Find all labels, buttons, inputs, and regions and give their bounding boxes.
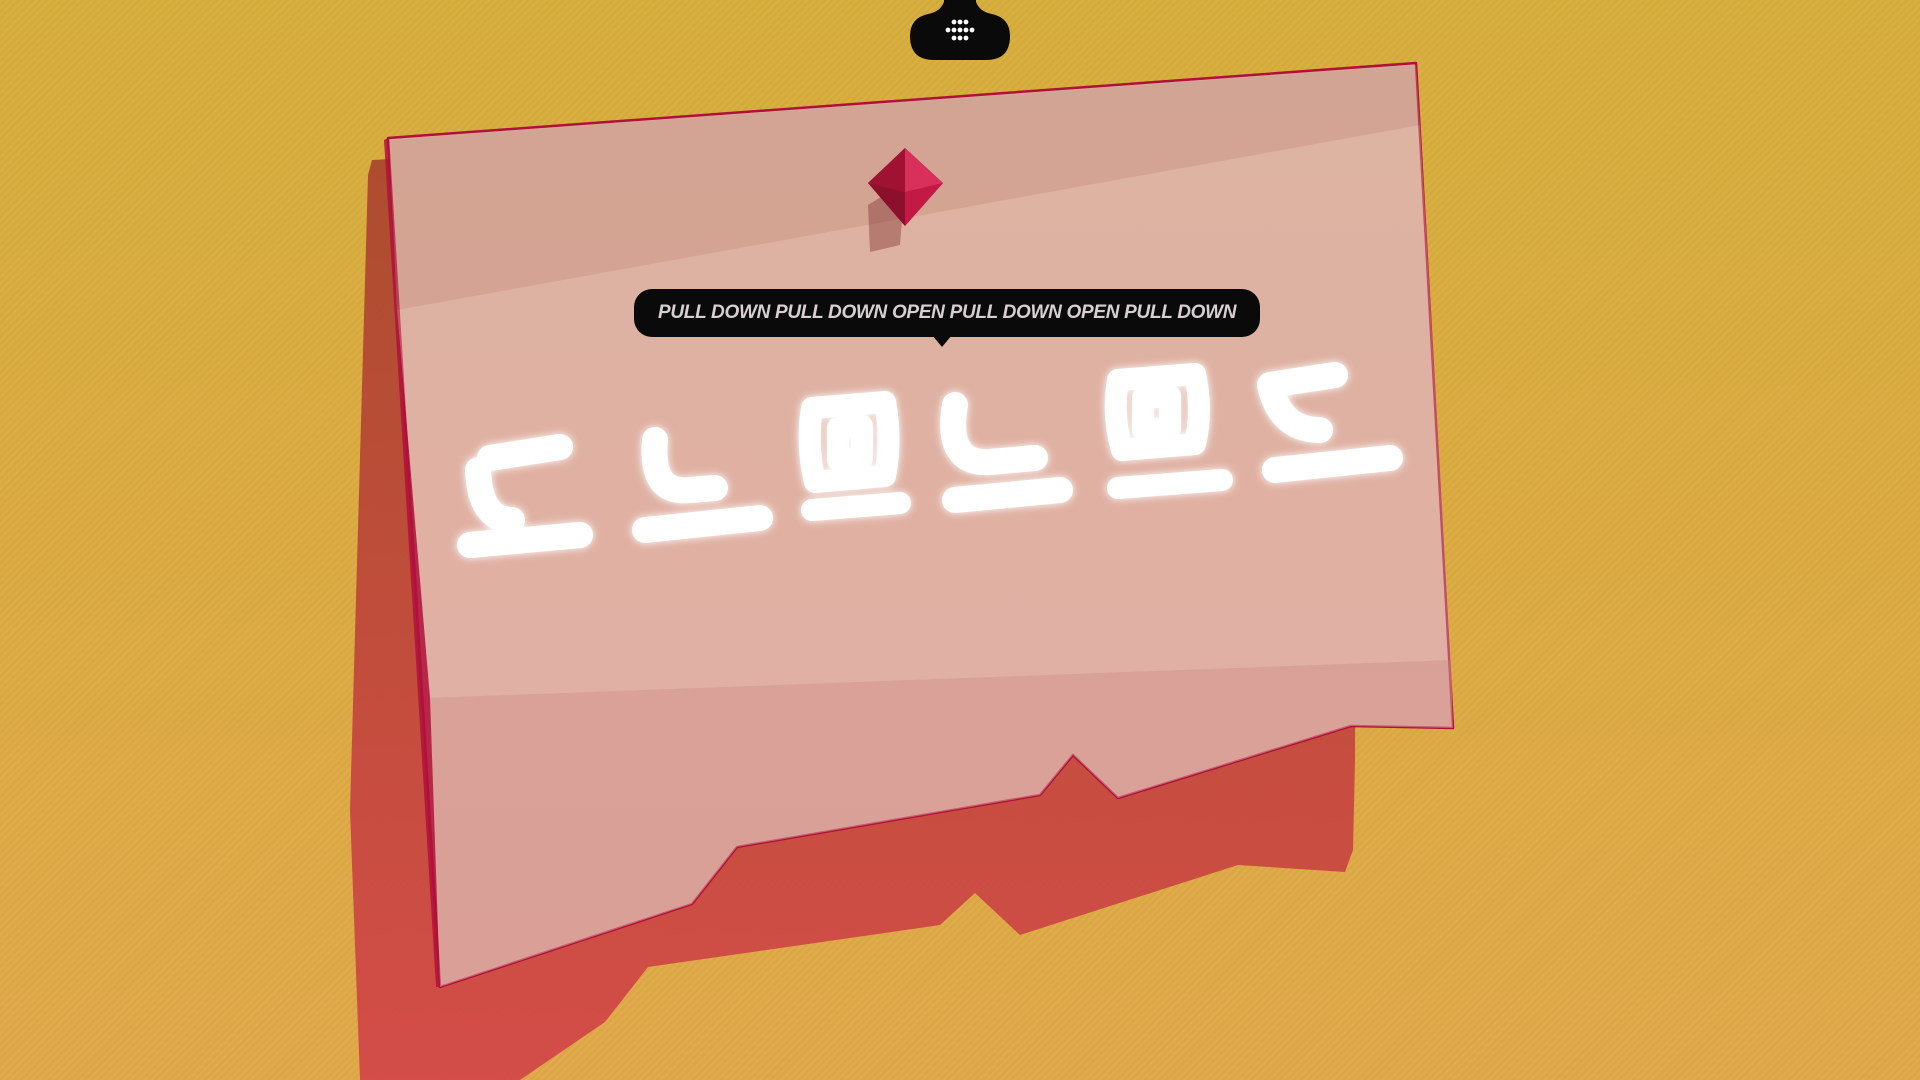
game-scene: [350, 61, 1455, 1080]
menu-grid-icon: [910, 0, 1010, 60]
menu-handle-button[interactable]: [910, 0, 1010, 60]
hint-tooltip-tail: [932, 335, 952, 347]
hint-tooltip-text: PULL DOWN PULL DOWN OPEN PULL DOWN OPEN …: [658, 302, 1237, 323]
hint-tooltip: PULL DOWN PULL DOWN OPEN PULL DOWN OPEN …: [634, 289, 1261, 337]
